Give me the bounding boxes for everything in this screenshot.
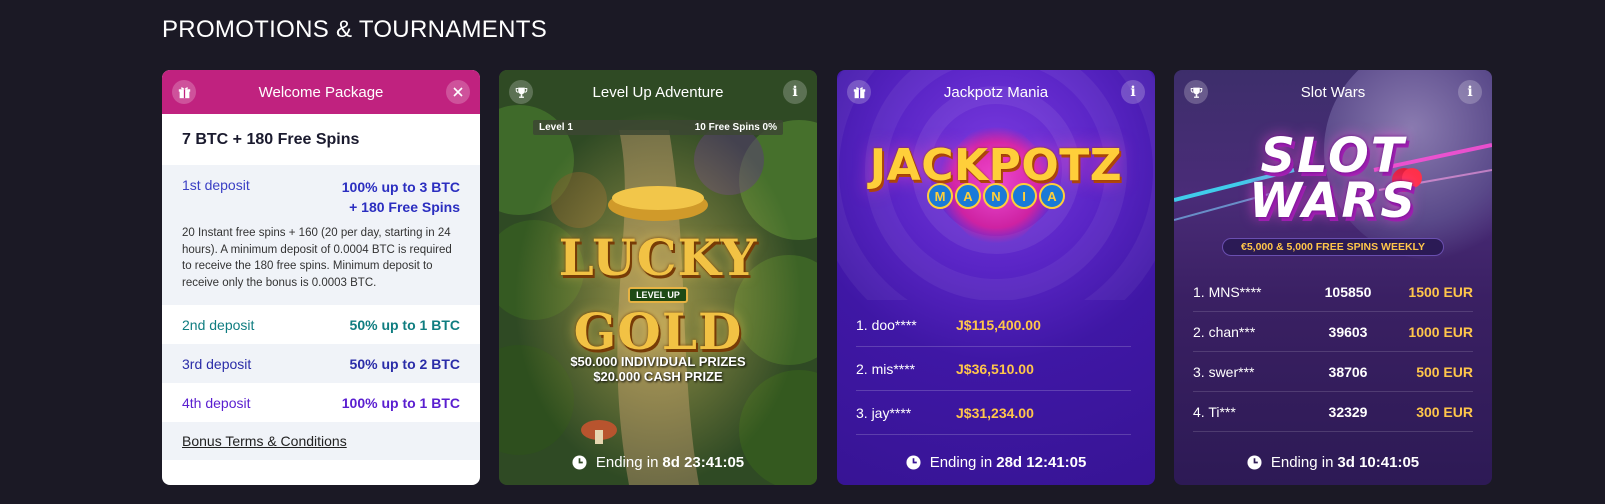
prize-line-2: $20.000 CASH PRIZE xyxy=(593,369,723,384)
mania-letter: A xyxy=(955,183,981,209)
mania-letter: I xyxy=(1011,183,1037,209)
bonus-terms-link[interactable]: Bonus Terms & Conditions xyxy=(162,422,480,460)
player-name: 2. chan*** xyxy=(1193,323,1256,340)
clock-icon xyxy=(1247,454,1262,470)
ending-countdown: Ending in 8d 23:41:05 xyxy=(499,439,817,485)
player-score: 32329 xyxy=(1328,403,1368,420)
deposit-row-2: 2nd deposit 50% up to 1 BTC xyxy=(162,305,480,344)
deposit-label: 2nd deposit xyxy=(182,316,255,333)
card-title: Jackpotz Mania xyxy=(943,83,1049,101)
player-prize: 1000 EUR xyxy=(1408,323,1473,340)
player-name: 1. MNS**** xyxy=(1193,283,1262,300)
deposit-label: 3rd deposit xyxy=(182,355,252,372)
card-header: Slot Wars i xyxy=(1174,70,1492,114)
gift-icon xyxy=(172,80,196,104)
ending-time: 8d 23:41:05 xyxy=(662,453,745,471)
info-icon: i xyxy=(792,84,798,100)
ending-countdown: Ending in 28d 12:41:05 xyxy=(837,439,1155,485)
ending-label: Ending in xyxy=(929,453,993,471)
level-up-badge: LEVEL UP xyxy=(628,287,688,303)
gift-icon xyxy=(847,80,871,104)
leaderboard-row: 2. mis**** J$36,510.00 xyxy=(856,347,1131,391)
info-button[interactable]: i xyxy=(1458,80,1482,104)
mania-letter: N xyxy=(983,183,1009,209)
player-score: 39603 xyxy=(1328,323,1368,340)
card-title: Welcome Package xyxy=(258,83,384,101)
deposit-value: 50% up to 2 BTC xyxy=(349,355,460,372)
player-name: 4. Ti*** xyxy=(1193,403,1236,420)
first-deposit-block: 1st deposit 100% up to 3 BTC + 180 Free … xyxy=(162,165,480,305)
ending-time: 3d 10:41:05 xyxy=(1337,453,1420,471)
player-name: 1. doo**** xyxy=(856,316,917,333)
player-prize: 300 EUR xyxy=(1416,403,1473,420)
info-button[interactable]: i xyxy=(783,80,807,104)
player-amount: J$115,400.00 xyxy=(956,316,1041,333)
leaderboard-row: 3. swer*** 38706 500 EUR xyxy=(1193,352,1473,392)
player-name: 2. mis**** xyxy=(856,360,916,377)
weekly-prize-banner: €5,000 & 5,000 FREE SPINS WEEKLY xyxy=(1222,238,1444,256)
welcome-package-card: Welcome Package 7 BTC + 180 Free Spins 1… xyxy=(162,70,480,485)
slot-wars-logo-line2: WARS xyxy=(1249,173,1417,229)
level-progress-bar: Level 1 10 Free Spins 0% xyxy=(533,120,783,135)
mania-letter: M xyxy=(927,183,953,209)
mania-logo-letters: M A N I A xyxy=(837,183,1155,209)
card-header: Level Up Adventure i xyxy=(499,70,817,114)
player-prize: 1500 EUR xyxy=(1408,283,1473,300)
leaderboard-row: 2. chan*** 39603 1000 EUR xyxy=(1193,312,1473,352)
clock-icon xyxy=(572,454,587,470)
level-up-adventure-card[interactable]: Level Up Adventure i Level 1 10 Free Spi… xyxy=(499,70,817,485)
info-button[interactable]: i xyxy=(1121,80,1145,104)
mania-letter: A xyxy=(1039,183,1065,209)
leaderboard-row: 1. MNS**** 105850 1500 EUR xyxy=(1193,272,1473,312)
trophy-icon xyxy=(1184,80,1208,104)
card-title: Level Up Adventure xyxy=(592,83,724,101)
deposit-description: 20 Instant free spins + 160 (20 per day,… xyxy=(182,227,452,289)
jackpotz-mania-card[interactable]: Jackpotz Mania i JACKPOTZ M A N I A 1. d… xyxy=(837,70,1155,485)
close-icon xyxy=(453,87,463,97)
player-score: 105850 xyxy=(1324,283,1372,300)
deposit-value: 50% up to 1 BTC xyxy=(349,316,460,333)
deposit-row-3: 3rd deposit 50% up to 2 BTC xyxy=(162,344,480,383)
ending-time: 28d 12:41:05 xyxy=(996,453,1087,471)
card-title: Slot Wars xyxy=(1300,83,1366,101)
welcome-body: 7 BTC + 180 Free Spins 1st deposit 100% … xyxy=(162,114,480,460)
game-logo-badge: LEVEL UP xyxy=(499,285,817,303)
deposit-row-4: 4th deposit 100% up to 1 BTC xyxy=(162,383,480,422)
info-icon: i xyxy=(1130,84,1136,100)
deposit-value: 100% up to 1 BTC xyxy=(341,394,460,411)
bonus-headline: 7 BTC + 180 Free Spins xyxy=(182,130,360,148)
player-score: 38706 xyxy=(1328,363,1368,380)
section-title: PROMOTIONS & TOURNAMENTS xyxy=(162,16,548,43)
clock-icon xyxy=(906,454,921,470)
player-name: 3. swer*** xyxy=(1193,363,1255,380)
prize-line-1: $50.000 INDIVIDUAL PRIZES xyxy=(570,354,746,369)
slot-wars-card[interactable]: Slot Wars i SLOT WARS €5,000 & 5,000 FRE… xyxy=(1174,70,1492,485)
leaderboard-row: 4. Ti*** 32329 300 EUR xyxy=(1193,392,1473,432)
trophy-icon xyxy=(509,80,533,104)
leaderboard-row: 3. jay**** J$31,234.00 xyxy=(856,391,1131,435)
player-amount: J$36,510.00 xyxy=(956,360,1034,377)
player-name: 3. jay**** xyxy=(856,404,912,421)
leaderboard-row: 1. doo**** J$115,400.00 xyxy=(856,303,1131,347)
deposit-value: 100% up to 3 BTC + 180 Free Spins xyxy=(342,177,460,217)
game-logo-line1: LUCKY xyxy=(558,228,758,287)
info-icon: i xyxy=(1467,84,1473,100)
player-amount: J$31,234.00 xyxy=(956,404,1034,421)
progress-level: Level 1 xyxy=(539,122,573,133)
player-prize: 500 EUR xyxy=(1416,363,1473,380)
card-header: Welcome Package xyxy=(162,70,480,114)
ending-label: Ending in xyxy=(1270,453,1334,471)
leaderboard: 1. doo**** J$115,400.00 2. mis**** J$36,… xyxy=(856,303,1131,435)
close-button[interactable] xyxy=(446,80,470,104)
progress-reward: 10 Free Spins 0% xyxy=(694,122,777,133)
game-logo-line2: GOLD xyxy=(573,302,743,361)
ending-label: Ending in xyxy=(595,453,659,471)
deposit-value-line1: 100% up to 3 BTC xyxy=(341,179,460,195)
card-header: Jackpotz Mania i xyxy=(837,70,1155,114)
deposit-label: 4th deposit xyxy=(182,394,251,411)
leaderboard: 1. MNS**** 105850 1500 EUR 2. chan*** 39… xyxy=(1193,272,1473,432)
deposit-value-line2: + 180 Free Spins xyxy=(349,199,460,215)
deposit-label: 1st deposit xyxy=(182,177,250,193)
ending-countdown: Ending in 3d 10:41:05 xyxy=(1174,439,1492,485)
